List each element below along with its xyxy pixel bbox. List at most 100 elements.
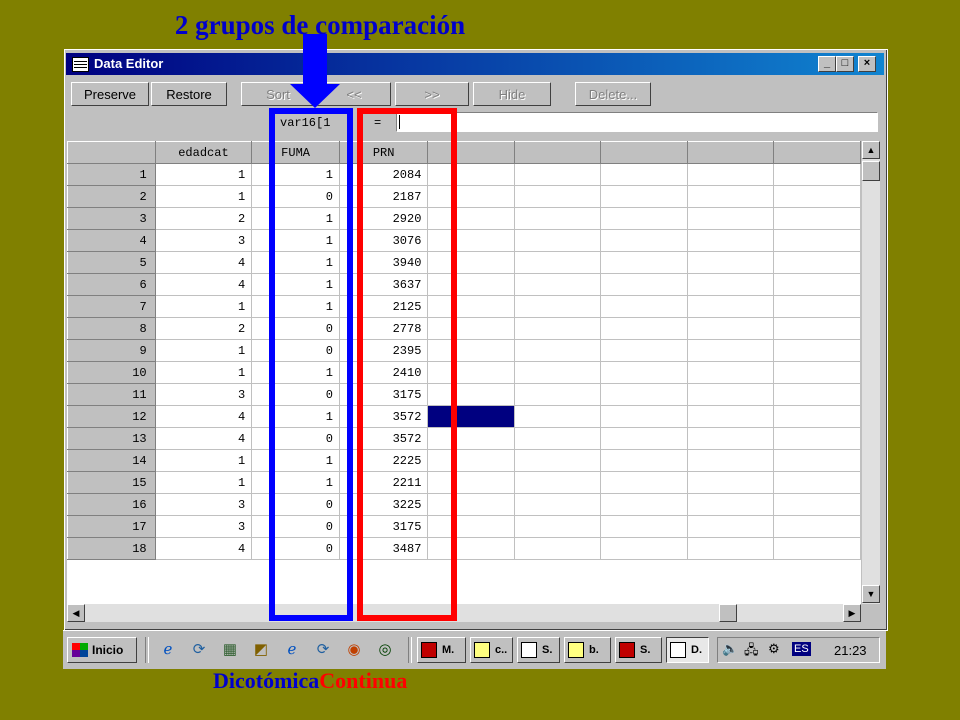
empty-cell[interactable] (686, 383, 775, 406)
empty-cell[interactable] (600, 185, 688, 208)
empty-cell[interactable] (513, 449, 602, 472)
delete-button[interactable]: Delete... (575, 82, 651, 106)
empty-cell[interactable] (513, 229, 602, 252)
empty-cell[interactable] (600, 493, 688, 516)
empty-cell[interactable] (600, 229, 688, 252)
hide-button[interactable]: Hide (473, 82, 551, 106)
row-number[interactable]: 1 (67, 163, 156, 186)
horizontal-scrollbar[interactable]: ◀ ▶ (67, 604, 861, 622)
row-number[interactable]: 14 (67, 449, 156, 472)
row-number[interactable]: 9 (67, 339, 156, 362)
empty-cell[interactable] (686, 251, 775, 274)
empty-cell[interactable] (773, 163, 861, 186)
ie-icon[interactable]: ℯ (159, 641, 177, 659)
media-icon[interactable]: ◎ (376, 641, 394, 659)
taskbar-button[interactable]: D. (666, 637, 709, 663)
empty-cell[interactable] (773, 207, 861, 230)
empty-cell[interactable] (773, 251, 861, 274)
row-number[interactable]: 17 (67, 515, 156, 538)
empty-cell[interactable] (773, 361, 861, 384)
chart-icon[interactable]: ◩ (252, 641, 270, 659)
cell-edadcat[interactable]: 4 (154, 273, 253, 296)
row-number[interactable]: 5 (67, 251, 156, 274)
empty-cell[interactable] (773, 317, 861, 340)
empty-cell[interactable] (773, 427, 861, 450)
cell-edadcat[interactable]: 1 (154, 361, 253, 384)
cell-edadcat[interactable]: 4 (154, 537, 253, 560)
row-number[interactable]: 6 (67, 273, 156, 296)
start-button[interactable]: Inicio (67, 637, 137, 663)
empty-cell[interactable] (686, 405, 775, 428)
close-button[interactable]: × (858, 56, 876, 72)
empty-cell[interactable] (686, 317, 775, 340)
empty-cell[interactable] (773, 515, 861, 538)
empty-cell[interactable] (513, 493, 602, 516)
h-scroll-thumb[interactable] (719, 604, 737, 622)
cell-edadcat[interactable]: 3 (154, 493, 253, 516)
empty-cell[interactable] (773, 229, 861, 252)
empty-cell[interactable] (600, 449, 688, 472)
cell-edadcat[interactable]: 3 (154, 383, 253, 406)
taskbar-button[interactable]: S. (517, 637, 560, 663)
empty-cell[interactable] (513, 207, 602, 230)
empty-cell[interactable] (600, 537, 688, 560)
empty-cell[interactable] (600, 273, 688, 296)
empty-cell[interactable] (686, 273, 775, 296)
row-number[interactable]: 11 (67, 383, 156, 406)
empty-cell[interactable] (513, 383, 602, 406)
empty-cell[interactable] (600, 405, 688, 428)
empty-cell[interactable] (686, 339, 775, 362)
cell-edadcat[interactable]: 1 (154, 185, 253, 208)
restore-button[interactable]: Restore (151, 82, 227, 106)
empty-cell[interactable] (513, 251, 602, 274)
column-header[interactable] (773, 141, 861, 164)
taskbar-button[interactable]: c.. (470, 637, 513, 663)
cell-edadcat[interactable]: 1 (154, 295, 253, 318)
empty-cell[interactable] (600, 515, 688, 538)
empty-cell[interactable] (773, 537, 861, 560)
empty-cell[interactable] (600, 427, 688, 450)
empty-cell[interactable] (513, 185, 602, 208)
empty-cell[interactable] (600, 295, 688, 318)
cell-edadcat[interactable]: 3 (154, 229, 253, 252)
empty-cell[interactable] (686, 185, 775, 208)
empty-cell[interactable] (513, 317, 602, 340)
scroll-thumb[interactable] (862, 161, 880, 181)
row-number[interactable]: 12 (67, 405, 156, 428)
row-number[interactable]: 2 (67, 185, 156, 208)
refresh-icon[interactable]: ⟳ (190, 641, 208, 659)
row-number[interactable]: 3 (67, 207, 156, 230)
cell-edadcat[interactable]: 4 (154, 251, 253, 274)
empty-cell[interactable] (773, 185, 861, 208)
empty-cell[interactable] (513, 471, 602, 494)
row-number[interactable]: 13 (67, 427, 156, 450)
minimize-button[interactable]: _ (818, 56, 836, 72)
cell-edadcat[interactable]: 4 (154, 405, 253, 428)
next-button[interactable]: >> (395, 82, 469, 106)
globe-icon[interactable]: ◉ (345, 641, 363, 659)
cell-edit-field[interactable] (396, 112, 878, 132)
empty-cell[interactable] (513, 537, 602, 560)
empty-cell[interactable] (513, 405, 602, 428)
row-number[interactable]: 4 (67, 229, 156, 252)
grid-corner[interactable] (67, 141, 156, 164)
empty-cell[interactable] (686, 493, 775, 516)
empty-cell[interactable] (686, 449, 775, 472)
row-number[interactable]: 7 (67, 295, 156, 318)
empty-cell[interactable] (513, 339, 602, 362)
empty-cell[interactable] (773, 471, 861, 494)
empty-cell[interactable] (600, 317, 688, 340)
empty-cell[interactable] (600, 361, 688, 384)
empty-cell[interactable] (600, 471, 688, 494)
scroll-up-icon[interactable]: ▲ (862, 141, 880, 159)
empty-cell[interactable] (600, 339, 688, 362)
empty-cell[interactable] (773, 449, 861, 472)
empty-cell[interactable] (773, 383, 861, 406)
empty-cell[interactable] (686, 515, 775, 538)
row-number[interactable]: 18 (67, 537, 156, 560)
empty-cell[interactable] (513, 515, 602, 538)
cell-edadcat[interactable]: 4 (154, 427, 253, 450)
cell-edadcat[interactable]: 1 (154, 163, 253, 186)
network-icon[interactable]: 🖧 (744, 641, 759, 663)
empty-cell[interactable] (773, 405, 861, 428)
